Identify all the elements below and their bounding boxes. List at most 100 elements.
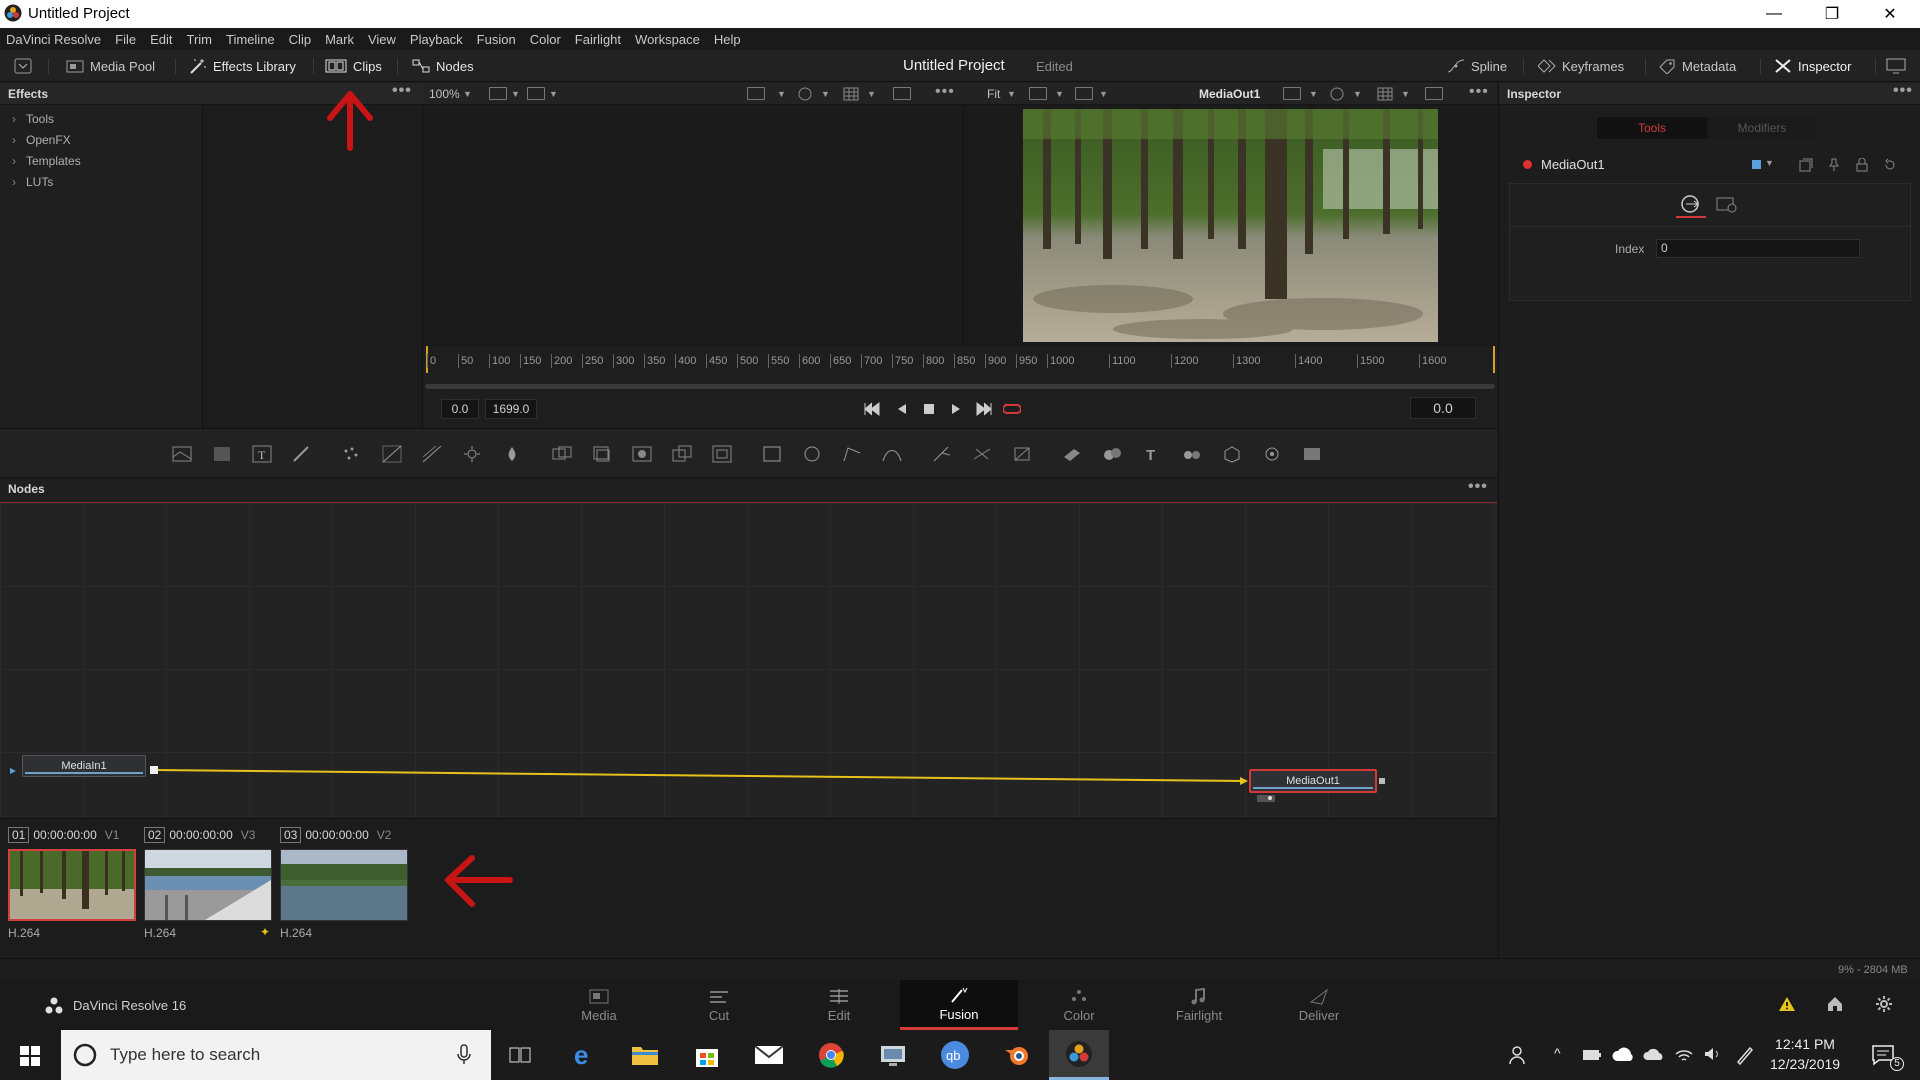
taskbar-search[interactable]: Type here to search	[61, 1030, 491, 1080]
skip-to-start-icon[interactable]	[863, 401, 881, 417]
chevron-up-icon[interactable]: ^	[1554, 1045, 1561, 1061]
background-tool-icon[interactable]	[172, 445, 192, 463]
chevron-down-icon[interactable]: ▼	[1099, 89, 1108, 99]
reset-icon[interactable]	[1883, 158, 1897, 172]
image-plane-3d-icon[interactable]	[1062, 445, 1082, 463]
menu-playback[interactable]: Playback	[410, 32, 463, 47]
tree-item-templates[interactable]: › Templates	[12, 154, 81, 168]
chevron-down-icon[interactable]: ▼	[511, 89, 520, 99]
menu-mark[interactable]: Mark	[325, 32, 354, 47]
channel-booleans-tool-icon[interactable]	[592, 445, 612, 463]
menu-clip[interactable]: Clip	[289, 32, 311, 47]
taskbar-store[interactable]	[677, 1030, 737, 1080]
index-input[interactable]: 0	[1656, 239, 1860, 258]
volume-icon[interactable]	[1703, 1046, 1721, 1062]
taskbar-blender[interactable]	[987, 1030, 1047, 1080]
menu-davinci[interactable]: DaVinci Resolve	[6, 32, 101, 47]
node-mediaout[interactable]: MediaOut1	[1249, 769, 1377, 793]
particle-source-icon[interactable]	[1012, 445, 1032, 463]
resize-tool-icon[interactable]	[712, 445, 732, 463]
curves-tool-icon[interactable]	[382, 445, 402, 463]
metadata-button[interactable]: Metadata	[1658, 56, 1736, 76]
particle-emitter-icon[interactable]	[932, 445, 952, 463]
play-reverse-icon[interactable]	[896, 403, 908, 415]
people-icon[interactable]	[1508, 1044, 1530, 1066]
tab-tools[interactable]: Tools	[1597, 117, 1707, 139]
scrub-bar[interactable]	[425, 384, 1495, 389]
panel-toggle-button[interactable]	[14, 56, 32, 76]
inspector-button[interactable]: Inspector	[1774, 56, 1851, 76]
media-pool-button[interactable]: Media Pool	[66, 56, 155, 76]
text-tool-icon[interactable]: T	[252, 445, 272, 463]
right-viewer-options-icon[interactable]: •••	[1469, 83, 1489, 101]
viewer-lut-icon[interactable]	[527, 87, 545, 100]
clip-thumbnail-2[interactable]	[144, 849, 272, 921]
page-fusion[interactable]: Fusion	[900, 980, 1018, 1030]
shape-3d-icon[interactable]	[1102, 445, 1122, 463]
menu-color[interactable]: Color	[530, 32, 561, 47]
home-icon[interactable]	[1826, 995, 1844, 1013]
versions-icon[interactable]	[1799, 158, 1813, 172]
taskbar-file-explorer[interactable]	[615, 1030, 675, 1080]
spline-button[interactable]: Spline	[1447, 56, 1507, 76]
viewer-roi-icon[interactable]	[747, 87, 765, 100]
grid-icon[interactable]	[1377, 87, 1393, 101]
ellipse-mask-icon[interactable]	[802, 445, 822, 463]
node-editor-canvas[interactable]: MediaIn1 MediaOut1	[0, 502, 1497, 818]
matte-control-tool-icon[interactable]	[632, 445, 652, 463]
menu-help[interactable]: Help	[714, 32, 741, 47]
taskbar-chrome[interactable]	[801, 1030, 861, 1080]
merge-3d-icon[interactable]	[1182, 445, 1202, 463]
warning-icon[interactable]	[1778, 996, 1796, 1012]
menu-workspace[interactable]: Workspace	[635, 32, 700, 47]
common-settings-icon[interactable]	[1716, 196, 1740, 214]
rectangle-mask-icon[interactable]	[762, 445, 782, 463]
menu-fusion[interactable]: Fusion	[477, 32, 516, 47]
light-3d-icon[interactable]	[1262, 445, 1282, 463]
lock-icon[interactable]	[1855, 158, 1869, 172]
page-deliver[interactable]: Deliver	[1260, 980, 1378, 1030]
polygon-mask-icon[interactable]	[842, 445, 862, 463]
chevron-down-icon[interactable]: ▼	[1055, 89, 1064, 99]
menu-view[interactable]: View	[368, 32, 396, 47]
tab-modifiers[interactable]: Modifiers	[1707, 117, 1817, 139]
page-media[interactable]: Media	[540, 980, 658, 1030]
chevron-down-icon[interactable]: ▼	[1353, 89, 1362, 99]
stop-icon[interactable]	[923, 403, 935, 415]
close-button[interactable]: ✕	[1861, 0, 1919, 28]
taskbar-davinci[interactable]	[1049, 1030, 1109, 1080]
node-enabled-icon[interactable]	[1523, 160, 1532, 169]
paint-tool-icon[interactable]	[292, 445, 312, 463]
bspline-mask-icon[interactable]	[882, 445, 902, 463]
chevron-down-icon[interactable]: ▼	[463, 89, 472, 99]
playhead-end-marker[interactable]	[1493, 346, 1495, 374]
inspector-options-icon[interactable]: •••	[1893, 82, 1913, 100]
viewer-lut-icon[interactable]	[1075, 87, 1093, 100]
renderer-3d-icon[interactable]	[1302, 445, 1322, 463]
pen-icon[interactable]	[1735, 1045, 1753, 1065]
input-settings-icon[interactable]	[1680, 194, 1704, 214]
chevron-down-icon[interactable]: ▼	[777, 89, 786, 99]
menu-edit[interactable]: Edit	[150, 32, 172, 47]
left-viewer[interactable]	[423, 105, 963, 345]
blur-tool-icon[interactable]	[502, 445, 522, 463]
render-end-field[interactable]: 1699.0	[485, 399, 537, 419]
left-viewer-options-icon[interactable]: •••	[935, 83, 955, 101]
play-icon[interactable]	[950, 403, 962, 415]
viewer-safe-icon[interactable]	[893, 87, 911, 100]
menu-fairlight[interactable]: Fairlight	[575, 32, 621, 47]
viewer-color-icon[interactable]	[1329, 87, 1345, 101]
grid-icon[interactable]	[843, 87, 859, 101]
tree-item-openfx[interactable]: › OpenFX	[12, 133, 71, 147]
time-ruler[interactable]: 0 50 100 150 200 250 300 350 400 450 500…	[423, 345, 1497, 374]
chevron-down-icon[interactable]: ▼	[821, 89, 830, 99]
chevron-down-icon[interactable]: ▼	[1765, 158, 1774, 168]
pin-icon[interactable]	[1827, 158, 1841, 172]
taskbar-mail[interactable]	[739, 1030, 799, 1080]
viewer-channel-icon[interactable]	[489, 87, 507, 100]
page-edit[interactable]: Edit	[780, 980, 898, 1030]
transform-tool-icon[interactable]	[672, 445, 692, 463]
right-fit-select[interactable]: Fit	[987, 87, 1000, 101]
merge-tool-icon[interactable]	[552, 445, 572, 463]
nodes-button[interactable]: Nodes	[412, 56, 474, 76]
